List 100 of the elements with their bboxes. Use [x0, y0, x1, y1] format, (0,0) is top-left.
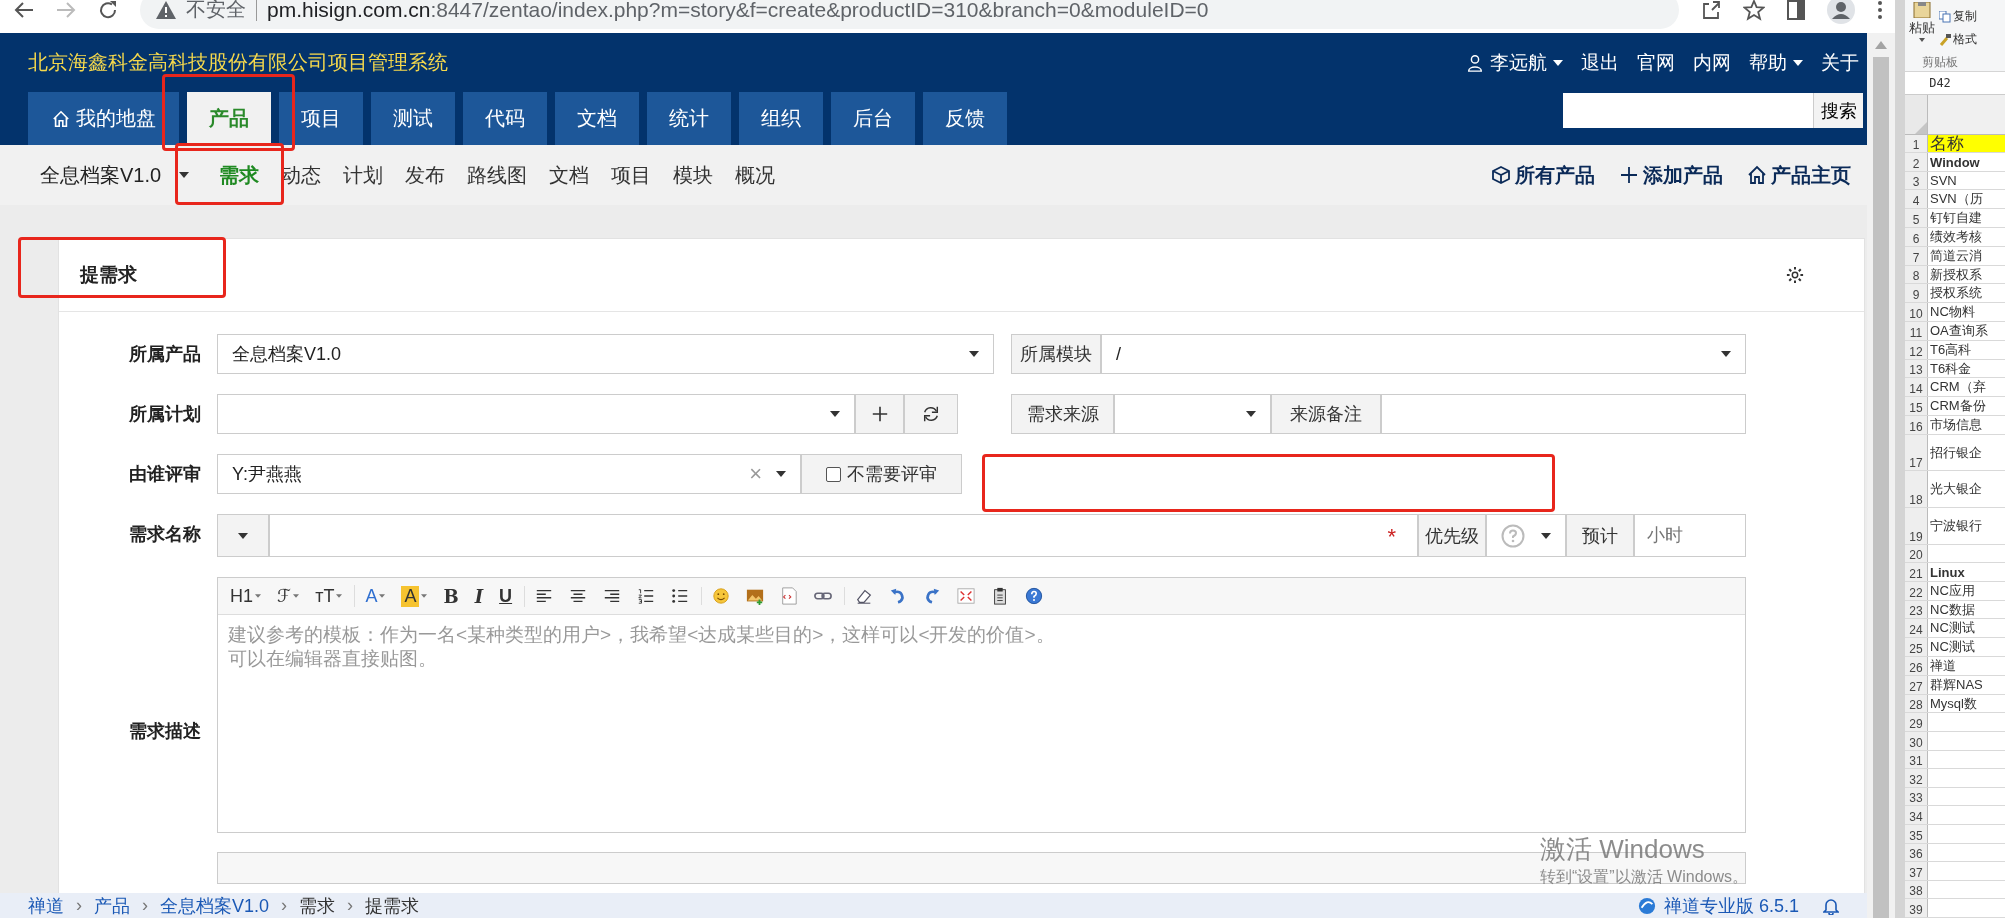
row-number: 10 — [1905, 303, 1928, 322]
sheet-cell-text: 市场信息 — [1929, 416, 1983, 434]
add-plan-button[interactable] — [855, 394, 904, 434]
row-number: 17 — [1905, 434, 1928, 471]
bold-tool[interactable]: B — [441, 585, 461, 607]
estimate-label: 预计 — [1566, 514, 1634, 557]
breadcrumb[interactable]: 提需求 — [365, 893, 420, 918]
field-label: 需求名称 — [128, 523, 202, 546]
reviewer-select[interactable]: Y:尹燕燕 × — [217, 454, 801, 494]
user-icon — [1466, 53, 1484, 72]
menu-icon[interactable] — [1877, 0, 1883, 20]
caret-icon[interactable] — [1919, 38, 1925, 42]
url-text: pm.hisign.com.cn:8447/zentao/index.php?m=story&f=create&productID=310&branch=0&moduleID=0 — [267, 0, 1209, 22]
row-number: 24 — [1905, 619, 1928, 638]
source-note-field[interactable] — [1381, 394, 1746, 434]
subnav-item[interactable]: 需求 — [219, 161, 260, 189]
fullscreen-tool[interactable] — [955, 587, 978, 605]
header-link[interactable]: 内网 — [1693, 49, 1731, 76]
sheet-cell-text: 光大银企 — [1929, 480, 1983, 499]
nav-tab[interactable]: 反馈 — [923, 92, 1007, 145]
size-tool[interactable]: ᴛT — [313, 585, 345, 607]
profile-avatar[interactable] — [1827, 0, 1855, 24]
nav-tab[interactable]: 项目 — [279, 92, 363, 145]
sheet-cell-text: 招行银企 — [1929, 443, 1983, 462]
product-action-link[interactable]: 添加产品 — [1619, 161, 1723, 189]
back-icon[interactable] — [14, 0, 34, 19]
align-center-icon — [569, 587, 588, 605]
version-link[interactable]: 禅道专业版 6.5.1 — [1663, 893, 1799, 918]
module-select[interactable]: / — [1101, 334, 1746, 374]
header-link[interactable]: 官网 — [1637, 49, 1675, 76]
product-action-link[interactable]: 所有产品 — [1491, 161, 1595, 189]
nav-tab[interactable]: 测试 — [371, 92, 455, 145]
caret-icon — [969, 351, 979, 357]
font-tool[interactable]: ℱ — [275, 585, 302, 607]
breadcrumb[interactable]: 全息档案V1.0 — [160, 893, 270, 918]
subnav-item[interactable]: 发布 — [405, 161, 446, 189]
underline-tool[interactable]: U — [497, 585, 515, 607]
caret-icon — [255, 593, 261, 599]
sheet-cell-text: 绩效考核 — [1929, 228, 1983, 246]
nav-tab[interactable]: 我的地盘 — [28, 92, 179, 145]
caret-icon — [336, 593, 343, 599]
bell-icon[interactable] — [1823, 896, 1839, 915]
breadcrumb-separator: › — [142, 895, 148, 916]
nav-tab[interactable]: 后台 — [831, 92, 915, 145]
no-review-checkbox[interactable]: 不需要评审 — [801, 454, 962, 494]
estimate-field[interactable]: 小时 — [1634, 514, 1746, 557]
sheet-cell-text: SVN — [1929, 172, 1958, 190]
side-panel-icon[interactable] — [1787, 0, 1805, 20]
subnav-item[interactable]: 模块 — [673, 161, 714, 189]
header-link[interactable]: 退出 — [1581, 49, 1619, 76]
clipboard-icon — [1911, 2, 1933, 18]
color-tool[interactable]: A — [363, 585, 388, 607]
row-number: 18 — [1905, 471, 1928, 508]
product-action-link[interactable]: 产品主页 — [1747, 161, 1851, 189]
subnav-item[interactable]: 路线图 — [467, 161, 528, 189]
settings-icon[interactable] — [1786, 266, 1804, 284]
breadcrumb[interactable]: 需求 — [299, 893, 336, 918]
nav-tab[interactable]: 组织 — [739, 92, 823, 145]
sheet-cell-text: SVN（历 — [1929, 190, 1984, 209]
reload-icon[interactable] — [98, 0, 118, 20]
header-link[interactable]: 关于 — [1821, 49, 1859, 76]
row-number: 4 — [1905, 190, 1928, 209]
search-field[interactable] — [1563, 93, 1813, 128]
product-select[interactable]: 全息档案V1.0 — [217, 334, 994, 374]
row-number: 32 — [1905, 769, 1928, 787]
sheet-cell-text: CRM（弃 — [1929, 378, 1987, 397]
header-link[interactable]: 帮助 — [1749, 49, 1803, 76]
paste-button[interactable]: 粘贴 — [1909, 19, 1935, 37]
share-icon[interactable] — [1701, 0, 1721, 20]
format-painter-button[interactable]: 格式 — [1939, 31, 1977, 48]
breadcrumb-separator: › — [281, 895, 288, 916]
star-icon[interactable] — [1743, 0, 1765, 21]
home-icon — [51, 109, 70, 128]
sheet-cell-text: Window — [1929, 153, 1981, 171]
copy-button[interactable]: 复制 — [1939, 8, 1977, 25]
nav-tab[interactable]: 文档 — [555, 92, 639, 145]
product-switcher[interactable]: 全息档案V1.0 — [40, 161, 190, 189]
breadcrumb[interactable]: 产品 — [94, 893, 130, 918]
refresh-button[interactable] — [904, 394, 958, 434]
field-label: 所属产品 — [128, 343, 202, 366]
subnav-item[interactable]: 计划 — [343, 161, 384, 189]
home-icon — [1747, 165, 1767, 185]
sheet-cell-text: T6科金 — [1929, 359, 1973, 378]
color-dropdown[interactable] — [217, 514, 269, 557]
plus-icon — [1619, 165, 1639, 185]
breadcrumb[interactable]: 禅道 — [28, 893, 64, 918]
nav-tab[interactable]: 统计 — [647, 92, 731, 145]
row-number: 6 — [1905, 228, 1928, 246]
heading-tool[interactable]: H1 — [228, 585, 263, 607]
nav-tab[interactable]: 代码 — [463, 92, 547, 145]
description-editor[interactable]: H1 ℱ ᴛT A A B I U 建议参考的模板：作为一名<某种类型的用户>，我希望<达成某些目的>，这样可以<开发的价值>。可以在编辑器直接贴图。 — [217, 577, 1746, 833]
title-field[interactable] — [269, 514, 1418, 557]
subnav-item[interactable]: 概况 — [735, 161, 776, 189]
search-button[interactable]: 搜索 — [1813, 93, 1863, 128]
subnav-item[interactable]: 文档 — [549, 161, 590, 189]
italic-tool[interactable]: I — [472, 585, 486, 607]
user-menu[interactable]: 李远航 — [1466, 49, 1563, 76]
scrollbar[interactable] — [1867, 33, 1895, 918]
subnav-item[interactable]: 项目 — [611, 161, 652, 189]
nav-tab[interactable]: 产品 — [187, 92, 271, 145]
